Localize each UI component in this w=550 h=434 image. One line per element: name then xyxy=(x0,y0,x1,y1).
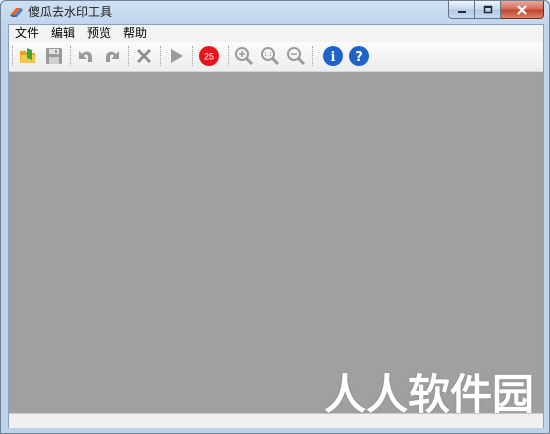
delete-button[interactable] xyxy=(132,44,156,68)
toolbar-grip xyxy=(12,46,13,66)
open-button[interactable] xyxy=(16,44,40,68)
run-button[interactable] xyxy=(164,44,188,68)
info-glyph: i xyxy=(331,50,336,65)
undo-icon xyxy=(79,51,92,62)
menu-help[interactable]: 帮助 xyxy=(117,25,153,42)
zoom-in-button[interactable] xyxy=(232,44,256,68)
menu-preview[interactable]: 预览 xyxy=(81,25,117,42)
minimize-icon xyxy=(457,10,466,13)
save-icon xyxy=(46,48,62,64)
maximize-button[interactable] xyxy=(475,1,501,19)
title-bar[interactable]: 傻瓜去水印工具 xyxy=(1,1,549,23)
play-icon xyxy=(171,49,183,63)
zoom-out-icon xyxy=(287,47,306,66)
window-title: 傻瓜去水印工具 xyxy=(28,5,113,19)
caption-buttons xyxy=(448,1,544,20)
minimize-button[interactable] xyxy=(448,1,475,19)
menu-file[interactable]: 文件 xyxy=(9,25,45,42)
close-button[interactable] xyxy=(501,1,544,19)
eraser-icon xyxy=(10,8,23,17)
undo-button[interactable] xyxy=(74,44,98,68)
toolbar-separator xyxy=(160,46,161,66)
info-icon: i xyxy=(323,46,343,66)
maximize-icon xyxy=(483,5,492,14)
redo-icon xyxy=(106,51,119,62)
toolbar: 25 1:1 i ? xyxy=(9,42,543,72)
toolbar-separator xyxy=(70,46,71,66)
zoom-actual-label: 1:1 xyxy=(264,52,272,58)
brush-size-value: 25 xyxy=(204,52,214,62)
open-icon xyxy=(20,48,36,63)
menu-edit[interactable]: 编辑 xyxy=(45,25,81,42)
zoom-in-icon xyxy=(235,47,254,66)
toolbar-separator xyxy=(312,46,313,66)
help-glyph: ? xyxy=(355,50,363,65)
help-icon: ? xyxy=(349,46,369,66)
about-button[interactable]: i xyxy=(321,44,345,68)
toolbar-separator xyxy=(128,46,129,66)
close-icon xyxy=(517,4,527,15)
brush-size-badge: 25 xyxy=(199,46,219,66)
toolbar-separator xyxy=(228,46,229,66)
zoom-out-button[interactable] xyxy=(284,44,308,68)
zoom-actual-icon: 1:1 xyxy=(261,47,280,66)
toolbar-separator xyxy=(192,46,193,66)
menu-bar: 文件 编辑 预览 帮助 xyxy=(9,25,543,42)
redo-button[interactable] xyxy=(100,44,124,68)
brush-size-button[interactable]: 25 xyxy=(197,44,221,68)
zoom-actual-button[interactable]: 1:1 xyxy=(258,44,282,68)
help-button[interactable]: ? xyxy=(347,44,371,68)
delete-icon xyxy=(137,49,151,63)
watermark-text: 人人软件园 xyxy=(323,370,534,419)
save-button[interactable] xyxy=(42,44,66,68)
